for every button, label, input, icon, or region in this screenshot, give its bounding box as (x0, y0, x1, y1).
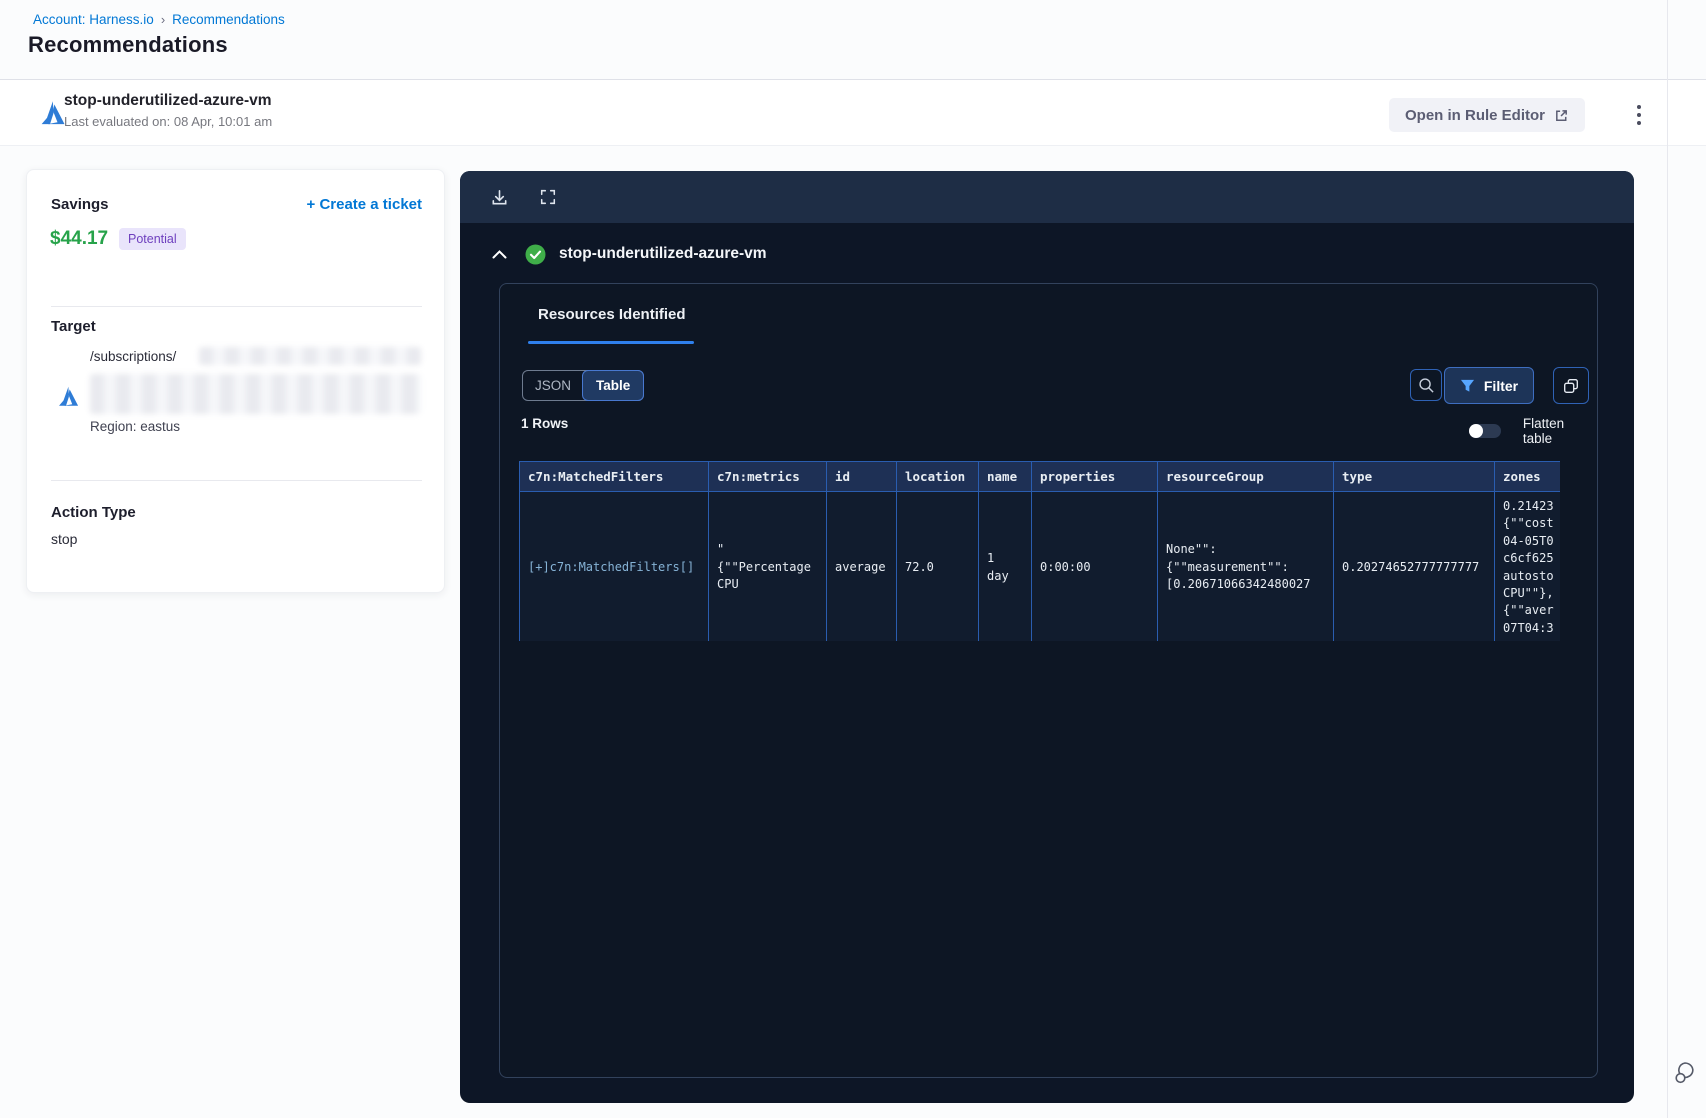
column-header-location: location (896, 461, 979, 492)
panel-title: stop-underutilized-azure-vm (559, 245, 767, 262)
cell-c7n:MatchedFilters[interactable]: [+]c7n:MatchedFilters[] (519, 490, 709, 641)
breadcrumb-recommendations-link[interactable]: Recommendations (172, 12, 285, 27)
column-header-resourceGroup: resourceGroup (1157, 461, 1334, 492)
breadcrumb-separator-icon: › (160, 12, 166, 27)
cell-c7n:metrics: " {""Percentage CPU (708, 490, 827, 641)
cell-name: 1 day (978, 490, 1032, 641)
open-rule-editor-button[interactable]: Open in Rule Editor (1389, 98, 1586, 132)
cell-location: 72.0 (896, 490, 979, 641)
view-toggle-table[interactable]: Table (582, 370, 645, 401)
savings-label: Savings (51, 196, 109, 213)
divider (1667, 0, 1668, 1118)
copy-icon (1564, 378, 1578, 393)
summary-card: Savings + Create a ticket $44.17 Potenti… (26, 169, 445, 593)
flatten-table-toggle[interactable]: Flatten table (1469, 416, 1597, 446)
create-ticket-button[interactable]: + Create a ticket (307, 196, 422, 213)
target-region: Region: eastus (90, 419, 181, 434)
fullscreen-icon (540, 189, 556, 205)
filter-label: Filter (1483, 377, 1519, 394)
page-title: Recommendations (28, 32, 228, 57)
action-type-label: Action Type (51, 504, 136, 521)
view-toggle-json[interactable]: JSON (523, 371, 583, 400)
flatten-table-label: Flatten table (1522, 416, 1565, 446)
breadcrumb: Account: Harness.io › Recommendations (33, 12, 285, 27)
panel-toolbar (460, 171, 1634, 223)
redacted-text (90, 374, 421, 414)
target-label: Target (51, 318, 96, 335)
potential-badge: Potential (119, 228, 186, 250)
tab-resources-identified[interactable]: Resources Identified (538, 306, 686, 323)
open-rule-editor-label: Open in Rule Editor (1405, 106, 1546, 124)
cell-properties: 0:00:00 (1031, 490, 1158, 641)
column-header-c7n:metrics: c7n:metrics (708, 461, 827, 492)
divider (51, 306, 422, 307)
download-icon (492, 189, 507, 204)
toggle-track[interactable] (1469, 424, 1501, 438)
results-panel: stop-underutilized-azure-vm Resources Id… (460, 171, 1634, 1103)
action-type-value: stop (51, 531, 78, 547)
table-header-row: c7n:MatchedFilters c7n:metrics id location n… (519, 461, 1560, 492)
column-header-properties: properties (1031, 461, 1158, 492)
cell-type: 0.20274652777777777 (1333, 490, 1495, 641)
search-button[interactable] (1410, 369, 1442, 401)
cell-id: average (826, 490, 897, 641)
recommendation-header: stop-underutilized-azure-vm Last evaluat… (0, 80, 1706, 146)
panel-title-row: stop-underutilized-azure-vm (460, 223, 1634, 285)
view-toggle: JSON Table (522, 370, 645, 401)
recommendation-name: stop-underutilized-azure-vm (64, 92, 272, 109)
help-chat-icon[interactable] (1672, 1058, 1700, 1086)
resources-card: Resources Identified JSON Table Filter 1… (499, 283, 1598, 1078)
resources-table: c7n:MatchedFilters c7n:metrics id location n… (519, 461, 1560, 641)
table-row: [+]c7n:MatchedFilters[] " {""Percentage C… (519, 490, 1560, 641)
last-evaluated-text: Last evaluated on: 08 Apr, 10:01 am (64, 114, 273, 129)
filter-funnel-icon (1460, 379, 1474, 392)
rows-count: 1 Rows (521, 416, 569, 431)
redacted-text (199, 347, 421, 365)
toggle-knob (1469, 424, 1483, 438)
resources-table-wrap: c7n:MatchedFilters c7n:metrics id location n… (519, 461, 1560, 641)
search-icon (1418, 377, 1434, 393)
collapse-chevron-icon[interactable] (492, 249, 507, 259)
target-path: /subscriptions/ (90, 349, 177, 364)
divider (51, 480, 422, 481)
cell-resourceGroup: None"": {""measurement"": [0.20671066342… (1157, 490, 1334, 641)
column-header-c7n:MatchedFilters: c7n:MatchedFilters (519, 461, 709, 492)
success-check-icon (525, 244, 546, 264)
column-header-name: name (978, 461, 1032, 492)
azure-icon (59, 386, 79, 406)
cell-zones: 0.21423 {""cost 04-05T0 c6cf625 autosto … (1494, 490, 1560, 641)
active-tab-underline (528, 341, 694, 344)
more-options-button[interactable] (1624, 100, 1654, 130)
fullscreen-button[interactable] (539, 188, 557, 206)
column-header-zones: zones (1494, 461, 1560, 492)
external-link-icon (1556, 109, 1567, 121)
filter-button[interactable]: Filter (1444, 367, 1534, 404)
copy-button[interactable] (1553, 367, 1589, 404)
column-header-id: id (826, 461, 897, 492)
column-header-type: type (1333, 461, 1495, 492)
savings-amount: $44.17 (50, 228, 109, 249)
breadcrumb-account-link[interactable]: Account: Harness.io (33, 12, 154, 27)
download-button[interactable] (490, 188, 509, 207)
